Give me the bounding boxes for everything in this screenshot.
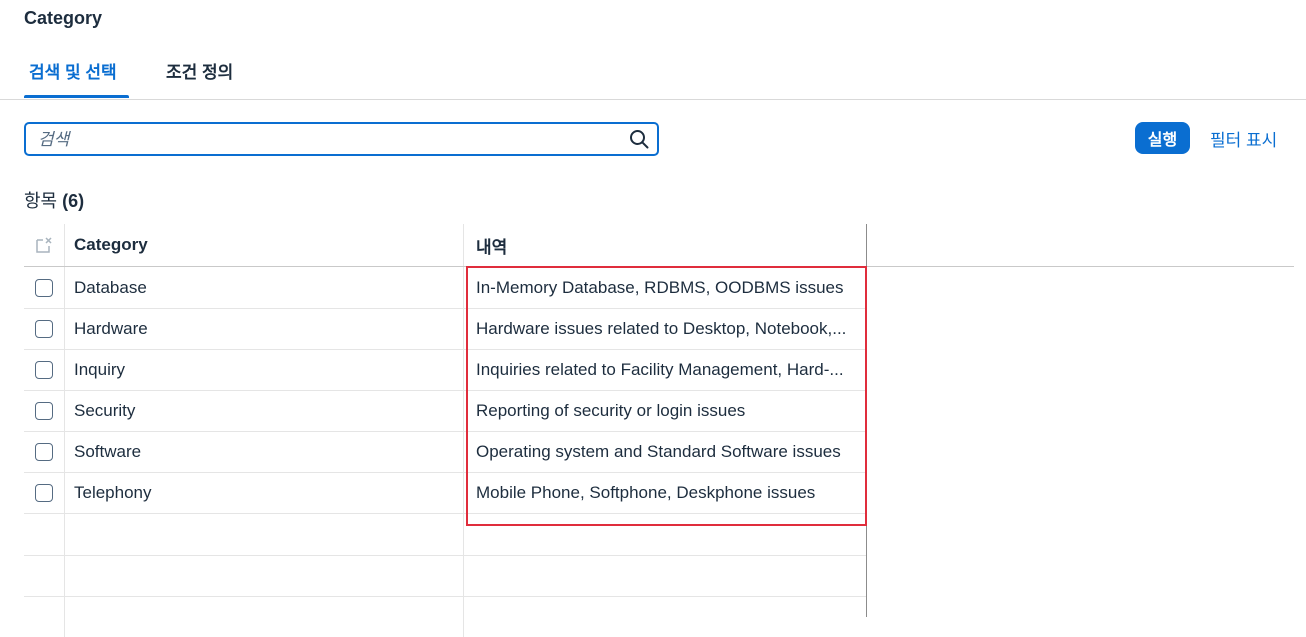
description-cell: Hardware issues related to Desktop, Note… <box>476 318 847 338</box>
go-button[interactable]: 실행 <box>1135 122 1190 154</box>
table-row[interactable]: Software Operating system and Standard S… <box>24 431 866 473</box>
tab-search-and-select[interactable]: 검색 및 선택 <box>29 58 117 83</box>
show-filters-button[interactable]: 필터 표시 <box>1210 126 1277 151</box>
column-header-category[interactable]: Category <box>64 224 464 266</box>
table-row[interactable]: Telephony Mobile Phone, Softphone, Deskp… <box>24 472 866 514</box>
row-checkbox[interactable] <box>35 319 53 338</box>
table-row[interactable]: Inquiry Inquiries related to Facility Ma… <box>24 349 866 391</box>
search-field[interactable] <box>24 122 659 156</box>
table-row[interactable]: Security Reporting of security or login … <box>24 390 866 432</box>
description-cell: Reporting of security or login issues <box>476 400 746 420</box>
description-cell: Operating system and Standard Software i… <box>476 441 841 461</box>
column-divider <box>866 224 867 617</box>
table-row[interactable]: Database In-Memory Database, RDBMS, OODB… <box>24 267 866 309</box>
table-header: Category 내역 <box>24 224 1294 267</box>
search-icon[interactable] <box>629 129 649 149</box>
description-cell: Inquiries related to Facility Management… <box>476 359 844 379</box>
page-title: Category <box>24 8 103 28</box>
row-checkbox[interactable] <box>35 483 53 502</box>
category-cell: Security <box>64 390 464 431</box>
items-label: 항목 <box>24 191 58 211</box>
select-all-cell[interactable] <box>24 224 65 266</box>
row-checkbox[interactable] <box>35 442 53 461</box>
category-cell: Inquiry <box>64 349 464 390</box>
description-cell: Mobile Phone, Softphone, Deskphone issue… <box>476 482 816 502</box>
empty-row <box>24 555 866 597</box>
items-count-value: (6) <box>62 191 85 211</box>
tab-define-conditions[interactable]: 조건 정의 <box>166 58 233 83</box>
column-header-description[interactable]: 내역 <box>465 224 866 266</box>
row-checkbox[interactable] <box>35 278 53 297</box>
row-checkbox[interactable] <box>35 360 53 379</box>
description-cell: In-Memory Database, RDBMS, OODBMS issues <box>476 277 844 297</box>
clear-selection-icon[interactable] <box>35 236 53 254</box>
category-cell: Software <box>64 431 464 472</box>
search-input[interactable] <box>36 127 620 153</box>
row-checkbox[interactable] <box>35 401 53 420</box>
items-count: 항목 (6) <box>24 187 84 213</box>
active-tab-indicator <box>24 95 129 98</box>
empty-row <box>24 514 866 556</box>
category-cell: Telephony <box>64 472 464 513</box>
table-row[interactable]: Hardware Hardware issues related to Desk… <box>24 308 866 350</box>
category-cell: Hardware <box>64 308 464 349</box>
category-cell: Database <box>64 267 464 308</box>
tab-bar: 검색 및 선택 조건 정의 <box>0 46 1306 100</box>
